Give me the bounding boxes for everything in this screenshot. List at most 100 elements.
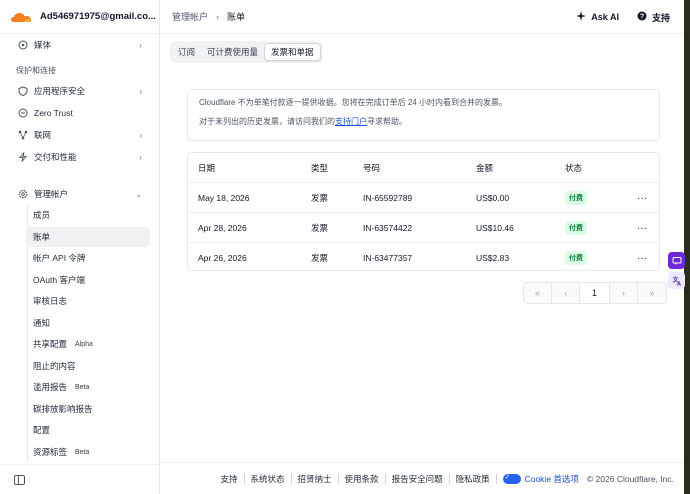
chevron-right-icon: › [139,40,142,50]
invoice-type: 发票 [311,253,329,263]
table-header: 日期 类型 号码 金额 状态 [188,153,659,183]
last-page-button[interactable]: » [638,283,666,303]
sidebar-item-media[interactable]: 媒体 › [6,35,152,55]
sidebar-item-networking[interactable]: 联网 › [6,125,152,145]
sidebar-collapse-icon[interactable] [14,474,25,485]
invoice-type: 发票 [311,193,329,203]
invoice-number: IN-63574422 [363,223,413,233]
zero-trust-icon [18,108,28,118]
sidebar-item-carbon-report[interactable]: 碳排放影响报告 [26,399,150,419]
sidebar-item-resource-tags[interactable]: 资源标签 Beta [26,442,150,462]
svg-text:A: A [677,281,681,286]
account-switcher[interactable]: Ad546971975@gmail.co... [0,0,159,34]
footer-link-report-security[interactable]: 报告安全问题 [386,473,450,484]
column-header-number[interactable]: 号码 [363,153,380,183]
top-actions: Ask AI ? 支持 [576,0,670,34]
footer-link-terms[interactable]: 使用条款 [339,473,386,484]
main-content: 订阅 可计费使用量 发票和单据 Cloudflare 不为单笔付款逐一提供收据。… [160,34,684,462]
sidebar-item-shared-config[interactable]: 共享配置 Alpha [26,334,150,354]
sidebar-item-label: 管理帐户 [34,189,69,199]
ask-ai-button[interactable]: Ask AI [576,11,619,23]
column-header-date[interactable]: 日期 [198,153,215,183]
beta-tag: Beta [75,383,90,391]
chevron-right-icon: › [139,86,142,96]
invoice-date: Apr 26, 2026 [198,253,247,263]
tab-invoices[interactable]: 发票和单据 [264,43,321,61]
status-badge: 付费 [565,251,587,265]
sidebar-item-label: 联网 [34,130,52,140]
sidebar-item-delivery[interactable]: 交付和性能 › [6,147,152,167]
sidebar: Ad546971975@gmail.co... 媒体 › 保护和连接 应用程序安… [0,0,160,494]
notice-text: 寻求帮助。 [367,117,407,126]
sidebar-item-label: 帐户 API 令牌 [33,253,86,263]
copyright: © 2026 Cloudflare, Inc. [586,473,674,484]
page-footer: 支持 系统状态 招贤纳士 使用条款 报告安全问题 隐私政策 Cookie 首选项… [160,462,684,494]
sidebar-item-oauth-clients[interactable]: OAuth 客户端 [26,270,150,290]
chevron-right-icon: › [216,11,220,22]
sidebar-item-blocked-content[interactable]: 阻止的内容 [26,356,150,376]
cloudflare-logo-icon [10,11,32,23]
shield-icon [18,86,28,96]
sidebar-item-app-security[interactable]: 应用程序安全 › [6,81,152,101]
sidebar-item-notifications[interactable]: 通知 [26,313,150,333]
invoice-date: Apr 28, 2026 [198,223,247,233]
chevron-down-icon: ⌄ [135,189,142,199]
footer-link-privacy[interactable]: 隐私政策 [450,473,497,484]
table-row: May 18, 2026 发票 IN-65592789 US$0.00 付费 ·… [188,183,659,213]
column-header-amount[interactable]: 金额 [476,153,493,183]
column-header-type[interactable]: 类型 [311,153,328,183]
table-row: Apr 28, 2026 发票 IN-63574422 US$10.46 付费 … [188,213,659,243]
support-portal-link[interactable]: 支持门户 [335,117,367,126]
invoice-amount: US$10.46 [476,223,514,233]
sidebar-item-label: 通知 [33,318,51,328]
chevron-right-icon: › [139,152,142,162]
footer-link-support[interactable]: 支持 [215,473,245,484]
current-page[interactable]: 1 [580,283,610,303]
feedback-widget-icon[interactable] [668,252,685,269]
table-row: Apr 26, 2026 发票 IN-63477357 US$2.83 付费 ·… [188,243,659,270]
translate-widget-icon[interactable]: 文A [668,272,685,289]
invoice-amount: US$2.83 [476,253,510,263]
sidebar-item-abuse-reports[interactable]: 滥用报告 Beta [26,377,150,397]
breadcrumb-current: 账单 [227,12,246,22]
tab-billable-usage[interactable]: 可计费使用量 [201,43,264,61]
notice-line-1: Cloudflare 不为单笔付款逐一提供收据。您将在完成订单后 24 小时内看… [199,98,508,107]
status-cell: 付费 [565,243,587,270]
tab-subscriptions[interactable]: 订阅 [172,43,201,61]
sidebar-item-api-tokens[interactable]: 帐户 API 令牌 [26,248,150,268]
column-header-status[interactable]: 状态 [565,153,582,183]
billing-tabs: 订阅 可计费使用量 发票和单据 [170,41,323,63]
sidebar-item-audit-logs[interactable]: 审核日志 [26,291,150,311]
cookie-preferences-link[interactable]: Cookie 首选项 [497,473,585,485]
status-cell: 付费 [565,213,587,243]
sidebar-item-members[interactable]: 成员 [26,205,150,225]
sparkle-icon [576,11,587,23]
chevron-right-icon: › [139,130,142,140]
invoice-number: IN-63477357 [363,253,413,263]
next-page-button[interactable]: › [610,283,638,303]
support-button[interactable]: ? 支持 [637,11,670,24]
app-window: Ad546971975@gmail.co... 媒体 › 保护和连接 应用程序安… [0,0,690,494]
sidebar-item-label: 账单 [33,232,51,242]
footer-link-system-status[interactable]: 系统状态 [245,473,292,484]
first-page-button[interactable]: « [524,283,552,303]
footer-link-careers[interactable]: 招贤纳士 [292,473,339,484]
sidebar-footer [0,464,160,494]
prev-page-button[interactable]: ‹ [552,283,580,303]
sidebar-item-zero-trust[interactable]: Zero Trust [6,103,152,123]
floating-widgets: 文A [668,252,685,289]
sidebar-item-billing[interactable]: 账单 [26,227,150,247]
invoice-number: IN-65592789 [363,193,413,203]
sidebar-item-manage-account[interactable]: 管理帐户 ⌄ [6,184,152,204]
sidebar-item-label: 配置 [33,425,51,435]
more-actions-icon[interactable]: ··· [637,243,647,270]
sidebar-item-configurations[interactable]: 配置 [26,420,150,440]
sidebar-item-label: 共享配置 [33,339,68,349]
more-actions-icon[interactable]: ··· [637,213,647,243]
more-actions-icon[interactable]: ··· [637,183,647,213]
breadcrumb-parent[interactable]: 管理帐户 [172,10,208,23]
sidebar-section-title: 保护和连接 [16,66,56,75]
sidebar-item-label: 成员 [33,210,51,220]
sidebar-item-label: 交付和性能 [34,152,77,162]
sidebar-item-label: 碳排放影响报告 [33,404,93,414]
